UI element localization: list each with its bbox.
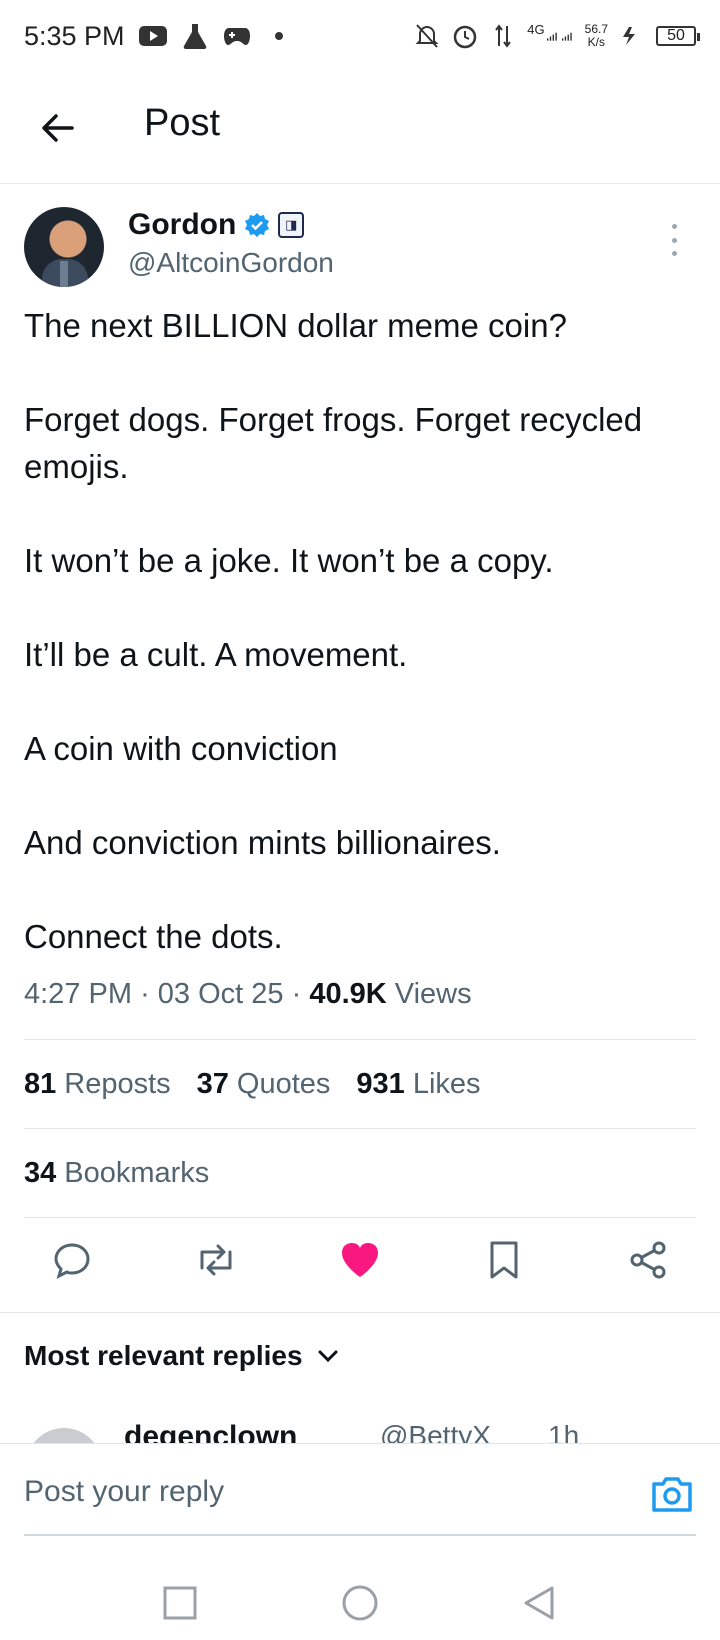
verified-badge-icon: [245, 213, 270, 237]
status-time: 5:35 PM: [24, 20, 125, 51]
net-speed: 56.7 K/s: [584, 22, 608, 49]
back-arrow-icon: [42, 114, 74, 142]
post-meta: 4:27 PM · 03 Oct 25 · 40.9K Views: [24, 978, 472, 1010]
share-button[interactable]: [624, 1236, 672, 1284]
affiliate-badge-icon: ◨: [278, 212, 305, 238]
charging-icon: [618, 22, 646, 50]
share-icon: [630, 1241, 666, 1279]
reply-avatar[interactable]: [26, 1428, 102, 1444]
post-paragraph: A coin with conviction: [24, 730, 338, 767]
author-avatar[interactable]: [24, 207, 104, 287]
top-app-bar: Post: [0, 72, 720, 184]
dot-icon: [265, 22, 293, 50]
post-paragraph: It’ll be a cult. A movement.: [24, 636, 408, 673]
youtube-icon: [138, 22, 167, 50]
square-icon: [163, 1586, 197, 1620]
bookmark-icon: [490, 1241, 518, 1279]
replies-sort-dropdown[interactable]: Most relevant replies: [24, 1340, 339, 1372]
back-button[interactable]: [36, 106, 80, 150]
reply-button[interactable]: [48, 1236, 96, 1284]
engagement-stats: 81 Reposts 37 Quotes 931 Likes: [24, 1068, 481, 1101]
page-title: Post: [144, 102, 221, 144]
more-options-button[interactable]: [666, 224, 682, 256]
circle-icon: [342, 1585, 378, 1621]
network-type: 4G: [527, 21, 545, 37]
replies-sort-label: Most relevant replies: [24, 1340, 303, 1371]
section-divider: [0, 1312, 720, 1313]
post-paragraph: The next BILLION dollar meme coin?: [24, 307, 567, 344]
post-text: The next BILLION dollar meme coin? Forge…: [24, 302, 696, 960]
mute-bell-icon: [413, 22, 441, 50]
reply-icon: [54, 1243, 90, 1279]
author-name[interactable]: Gordon: [128, 208, 236, 242]
reply-item[interactable]: degenclown @BettyX 1h: [0, 1420, 720, 1444]
like-button[interactable]: [336, 1236, 384, 1284]
like-icon: [342, 1243, 378, 1277]
author-name-row[interactable]: Gordon ◨: [128, 208, 305, 242]
bookmarks-stats: 34 Bookmarks: [24, 1157, 209, 1190]
gamepad-icon: [223, 22, 251, 50]
reply-author-name[interactable]: degenclown: [124, 1420, 297, 1444]
triangle-back-icon: [524, 1586, 554, 1620]
views-count: 40.9K: [309, 978, 387, 1010]
more-dots-icon: [671, 224, 677, 229]
post-paragraph: It won’t be a joke. It won’t be a copy.: [24, 542, 554, 579]
camera-button[interactable]: [650, 1474, 694, 1514]
post-action-bar: [0, 1220, 720, 1300]
bookmarks-stat[interactable]: 34 Bookmarks: [24, 1157, 209, 1190]
views-label: Views: [394, 978, 472, 1010]
recents-button[interactable]: [160, 1583, 200, 1623]
post-time[interactable]: 4:27 PM: [24, 978, 132, 1010]
reposts-stat[interactable]: 81 Reposts: [24, 1068, 171, 1101]
repost-icon: [200, 1244, 232, 1276]
divider: [24, 1039, 696, 1040]
battery-indicator: 50: [656, 26, 700, 46]
repost-button[interactable]: [192, 1236, 240, 1284]
reply-composer: [0, 1443, 720, 1566]
reply-time: 1h: [548, 1420, 580, 1444]
back-nav-button[interactable]: [520, 1583, 560, 1623]
author-handle[interactable]: @AltcoinGordon: [128, 247, 334, 279]
reply-author-handle: @BettyX: [380, 1420, 491, 1444]
alarm-icon: [451, 22, 479, 50]
chevron-down-icon: [318, 1350, 338, 1363]
post-paragraph: Connect the dots.: [24, 918, 283, 955]
post-date[interactable]: 03 Oct 25: [158, 978, 284, 1010]
data-arrows-icon: [489, 22, 517, 50]
flask-icon: [181, 22, 209, 50]
home-button[interactable]: [340, 1583, 380, 1623]
quotes-stat[interactable]: 37 Quotes: [197, 1068, 331, 1101]
post-paragraph: And conviction mints billionaires.: [24, 824, 501, 861]
divider: [24, 1217, 696, 1218]
composer-underline: [24, 1534, 696, 1536]
system-nav-bar: [0, 1565, 720, 1640]
signal-icon: [546, 22, 575, 50]
divider: [24, 1128, 696, 1129]
post-paragraph: Forget dogs. Forget frogs. Forget recycl…: [24, 401, 643, 485]
likes-stat[interactable]: 931 Likes: [356, 1068, 480, 1101]
status-bar: 5:35 PM 4G 56.7 K/s 50: [0, 0, 720, 72]
camera-icon: [652, 1477, 692, 1512]
reply-input[interactable]: [24, 1444, 624, 1540]
bookmark-button[interactable]: [480, 1236, 528, 1284]
